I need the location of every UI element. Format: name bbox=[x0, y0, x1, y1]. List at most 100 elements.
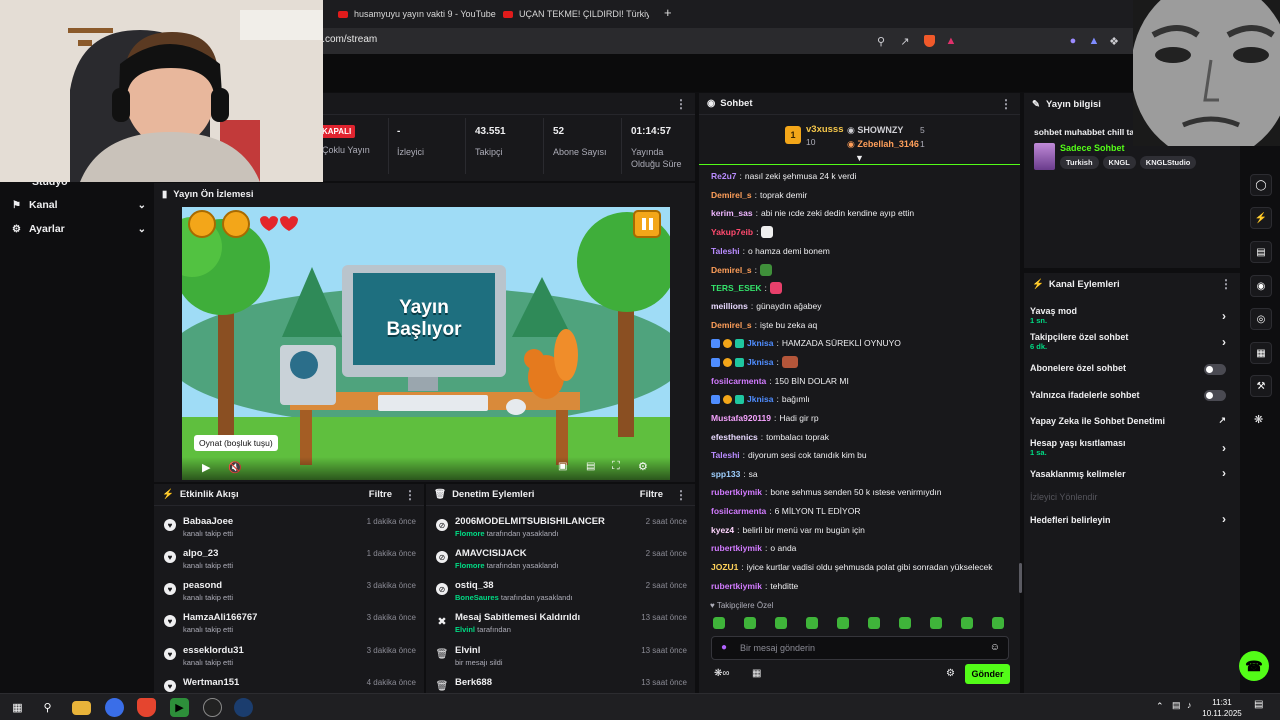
chat-message[interactable]: meillions: günaydın ağabey bbox=[711, 301, 821, 311]
pip-icon[interactable]: ▣ bbox=[558, 461, 567, 472]
browser-tab-youtube-1[interactable]: husamyuyu yayın vakti 9 - YouTube bbox=[338, 4, 496, 24]
moderation-item[interactable]: 🗑 Elvinl bir mesajı sildi 13 saat önce bbox=[426, 643, 695, 675]
chat-message[interactable]: kyez4: belirli bir menü var mı bugün içi… bbox=[711, 525, 865, 535]
brave-browser-icon[interactable] bbox=[137, 698, 156, 717]
lightning-icon[interactable]: ⚡ bbox=[1250, 207, 1272, 229]
chat-message[interactable]: Demirel_s: işte bu zeka aq bbox=[711, 320, 817, 330]
chat-message[interactable]: Taleshi: o hamza demi bonem bbox=[711, 246, 830, 256]
network-icon[interactable]: ▤ bbox=[1172, 700, 1181, 711]
tag[interactable]: Turkish bbox=[1060, 156, 1099, 169]
brave-shield-icon[interactable] bbox=[921, 33, 937, 49]
emote-icon[interactable] bbox=[744, 617, 756, 629]
action-banned-words[interactable]: Yasaklanmış kelimeler › bbox=[1030, 466, 1234, 483]
chat-message[interactable]: TERS_ESEK: bbox=[711, 282, 782, 294]
activity-item[interactable]: ♥ esseklordu31 kanalı takip etti 3 dakik… bbox=[154, 643, 424, 675]
chat-message[interactable]: Jknisa: bağımlı bbox=[711, 394, 810, 404]
chat-message[interactable]: spp133: sa bbox=[711, 469, 758, 479]
apps-icon[interactable]: ❋ bbox=[1254, 413, 1263, 426]
emote-icon[interactable] bbox=[775, 617, 787, 629]
zoom-icon[interactable]: ⚲ bbox=[873, 33, 889, 49]
more-options-icon[interactable]: ⋮ bbox=[675, 488, 687, 502]
chat-message[interactable]: rubertkiymik: o anda bbox=[711, 543, 796, 553]
notification-icon[interactable]: ▤ bbox=[1254, 699, 1263, 710]
send-button[interactable]: Gönder bbox=[965, 664, 1010, 684]
search-icon[interactable]: ⚲ bbox=[38, 698, 57, 717]
chat-message[interactable]: Jknisa: bbox=[711, 356, 798, 368]
microphone-icon[interactable]: ● bbox=[721, 642, 727, 653]
action-set-goals[interactable]: Hedefleri belirleyin › bbox=[1030, 512, 1234, 529]
chat-bubble-icon[interactable]: ◉ bbox=[1250, 275, 1272, 297]
gear-icon[interactable]: ⚙ bbox=[946, 668, 955, 679]
tray-chevron-icon[interactable]: ⌃ bbox=[1156, 701, 1164, 712]
chat-message[interactable]: fosilcarmenta: 6 MİLYON TL EDİYOR bbox=[711, 506, 860, 516]
stream-preview-video[interactable]: Yayın Başlıyor Oynat (boşluk tuşu) ▶ 🔇 ▣… bbox=[182, 207, 670, 480]
tag[interactable]: KNGL bbox=[1102, 156, 1136, 169]
moderation-item[interactable]: ⊘ AMAVCISIJACK Flomore tarafından yasakl… bbox=[426, 546, 695, 578]
chat-message[interactable]: JOZU1: iyice kurtlar vadisi oldu şehmusd… bbox=[711, 562, 992, 572]
activity-item[interactable]: ♥ BabaaJoee kanalı takip etti 1 dakika ö… bbox=[154, 514, 424, 546]
fullscreen-icon[interactable]: ⛶ bbox=[612, 460, 620, 473]
support-chat-button[interactable]: ☎ bbox=[1239, 651, 1269, 681]
camera-icon[interactable]: ◯ bbox=[1250, 174, 1272, 196]
moderation-item[interactable]: ⊘ ostiq_38 BoneSaures tarafından yasakla… bbox=[426, 578, 695, 610]
points-icon[interactable]: ❋∞ bbox=[714, 668, 730, 679]
steam-icon[interactable] bbox=[234, 698, 253, 717]
sidebar-item-settings[interactable]: ⚙ Ayarlar ⌄ bbox=[12, 217, 146, 241]
new-tab-button[interactable]: + bbox=[664, 5, 672, 20]
action-followers-only[interactable]: Takipçilere özel sohbet 6 dk. › bbox=[1030, 332, 1234, 354]
filter-button[interactable]: Filtre bbox=[640, 489, 663, 500]
windows-start-icon[interactable]: ▦ bbox=[8, 698, 27, 717]
app-icon-1[interactable] bbox=[105, 698, 124, 717]
sidebar-item-channel[interactable]: ⚑ Kanal ⌄ bbox=[12, 193, 146, 217]
subscribers-only-toggle[interactable] bbox=[1204, 364, 1226, 375]
leader-row[interactable]: ◉ SHOWNZY bbox=[847, 125, 903, 136]
tag[interactable]: KNGLStudio bbox=[1139, 156, 1197, 169]
extension-icon-1[interactable]: ● bbox=[1065, 33, 1081, 49]
brave-rewards-icon[interactable]: ▲ bbox=[943, 33, 959, 49]
broadcast-icon[interactable]: ◎ bbox=[1250, 308, 1272, 330]
chat-message[interactable]: Jknisa: HAMZADA SÜREKLİ OYNUYO bbox=[711, 338, 901, 348]
filter-button[interactable]: Filtre bbox=[369, 489, 392, 500]
emote-icon[interactable] bbox=[992, 617, 1004, 629]
emote-icon[interactable] bbox=[713, 617, 725, 629]
activity-item[interactable]: ♥ alpo_23 kanalı takip etti 1 dakika önc… bbox=[154, 546, 424, 578]
chat-input[interactable]: ● Bir mesaj gönderin ☺ bbox=[711, 636, 1009, 660]
chat-message[interactable]: efesthenics: tombalacı toprak bbox=[711, 432, 829, 442]
moderation-item[interactable]: ⊘ 2006MODELMITSUBISHILANCER Flomore tara… bbox=[426, 514, 695, 546]
emote-icon[interactable] bbox=[930, 617, 942, 629]
emote-icon[interactable] bbox=[806, 617, 818, 629]
chat-message[interactable]: kerim_sas: abi nie ıcde zeki dedin kendi… bbox=[711, 208, 914, 218]
chat-message[interactable]: rubertkiymik: tehditte bbox=[711, 581, 798, 591]
category-link[interactable]: Sadece Sohbet bbox=[1060, 143, 1125, 153]
emote-icon[interactable] bbox=[961, 617, 973, 629]
action-account-age[interactable]: Hesap yaşı kısıtlaması 1 sa. › bbox=[1030, 438, 1234, 460]
leader-name[interactable]: v3xusss bbox=[806, 124, 844, 135]
wrench-icon[interactable]: ⚒ bbox=[1250, 375, 1272, 397]
theater-mode-icon[interactable]: ▤ bbox=[586, 461, 595, 472]
mute-icon[interactable]: 🔇 bbox=[228, 461, 242, 474]
chat-message[interactable]: Re2u7: nasıl zeki şehmusa 24 k verdi bbox=[711, 171, 856, 181]
gear-icon[interactable]: ⚙ bbox=[638, 460, 648, 473]
more-options-icon[interactable]: ⋮ bbox=[675, 97, 687, 111]
extension-icon-2[interactable]: ▲ bbox=[1086, 33, 1102, 49]
layout-icon[interactable]: ▦ bbox=[1250, 342, 1272, 364]
share-icon[interactable]: ↗ bbox=[897, 33, 913, 49]
action-slow-mode[interactable]: Yavaş mod 1 sn. › bbox=[1030, 306, 1234, 328]
notes-icon[interactable]: ▤ bbox=[1250, 241, 1272, 263]
activity-item[interactable]: ♥ peasond kanalı takip etti 3 dakika önc… bbox=[154, 578, 424, 610]
play-icon[interactable]: ▶ bbox=[202, 461, 210, 474]
extensions-puzzle-icon[interactable]: ❖ bbox=[1106, 33, 1122, 49]
action-ai-moderation[interactable]: Yapay Zeka ile Sohbet Denetimi ↗ bbox=[1030, 415, 1234, 430]
moderation-item[interactable]: ✖ Mesaj Sabitlemesi Kaldırıldı Elvinl ta… bbox=[426, 610, 695, 642]
file-explorer-icon[interactable] bbox=[72, 701, 91, 715]
emote-icon[interactable] bbox=[868, 617, 880, 629]
category-thumbnail[interactable] bbox=[1034, 143, 1055, 170]
chat-message[interactable]: Demirel_s: toprak demir bbox=[711, 190, 807, 200]
more-options-icon[interactable]: ⋮ bbox=[404, 488, 416, 502]
more-options-icon[interactable]: ⋮ bbox=[1000, 97, 1012, 111]
emoji-icon[interactable]: ☺ bbox=[990, 642, 1000, 653]
taskbar-clock[interactable]: 11:31 10.11.2025 bbox=[1200, 697, 1244, 719]
more-options-icon[interactable]: ⋮ bbox=[1220, 277, 1232, 291]
chat-message[interactable]: Mustafa920119: Hadi gir rp bbox=[711, 413, 819, 423]
app-icon-2[interactable]: ▶ bbox=[170, 698, 189, 717]
